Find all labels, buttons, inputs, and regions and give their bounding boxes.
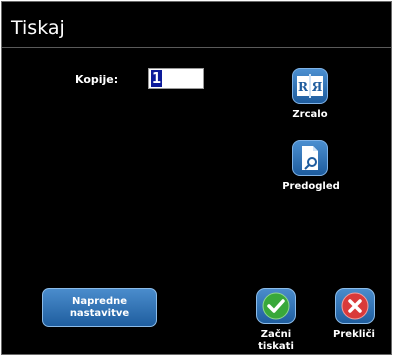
preview-label: Predogled [282,181,340,192]
title-divider [2,47,391,48]
start-print-label: Začni tiskati [256,329,296,353]
mirror-icon: R Я [297,74,323,98]
dialog-title: Tiskaj [11,17,65,39]
cancel-label: Prekliči [333,329,375,340]
copies-value: 1 [151,69,163,87]
svg-text:R: R [298,80,309,94]
checkmark-icon [262,292,290,320]
mirror-button[interactable]: R Я [292,68,328,104]
advanced-settings-button[interactable]: Napredne nastavitve [42,288,157,327]
close-icon [341,292,369,320]
start-label-line2: tiskati [258,341,294,352]
mirror-label: Zrcalo [292,109,328,120]
cancel-button[interactable] [335,288,375,324]
svg-text:Я: Я [312,80,323,94]
start-print-button[interactable] [256,288,296,324]
advanced-label-line2: nastavitve [69,308,130,319]
copies-input[interactable]: 1 [148,68,204,89]
print-preview-icon [302,146,318,170]
start-label-line1: Začni [260,329,292,340]
print-dialog: Tiskaj Kopije: 1 R Я Zrcalo Predogled Na… [1,1,392,355]
copies-label: Kopije: [75,73,119,86]
advanced-label-line1: Napredne [71,296,128,307]
preview-button[interactable] [292,140,328,176]
